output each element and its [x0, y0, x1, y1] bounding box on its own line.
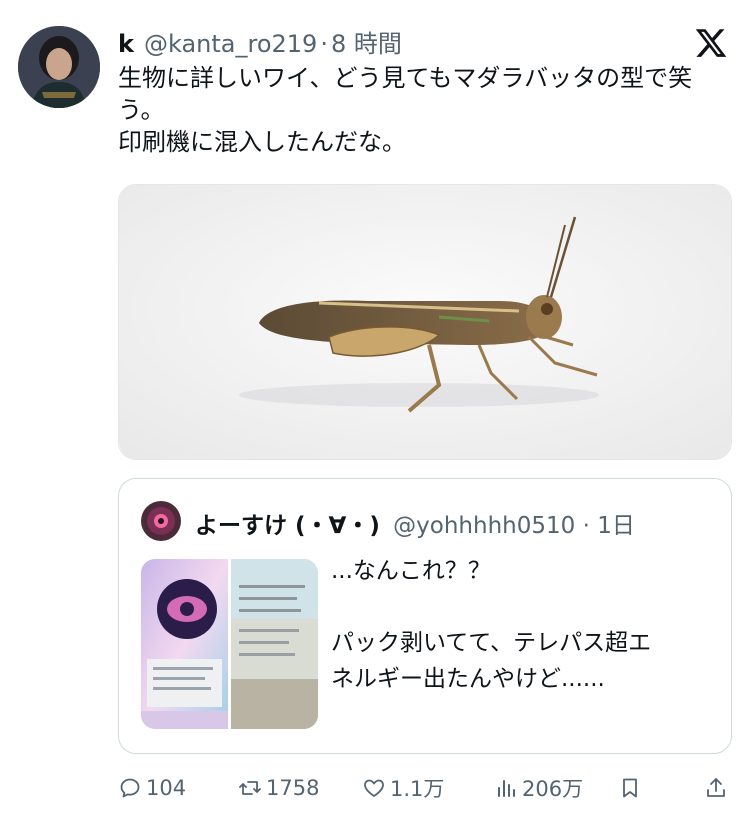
quoted-tweet-text: ...なんこれ？？ パック剥いてて、テレパス超エ ネルギー出たんやけど.....… — [331, 553, 721, 697]
tweet-photo[interactable] — [118, 184, 732, 460]
reply-button[interactable]: 104 — [118, 770, 186, 806]
quoted-photo-card-closeup[interactable] — [231, 559, 318, 729]
bookmark-button[interactable] — [618, 770, 646, 806]
quoted-text-line: パック剥いてて、テレパス超エ — [331, 630, 652, 656]
retweet-icon — [239, 781, 261, 795]
quoted-text-line — [331, 589, 721, 625]
reply-icon — [120, 778, 140, 798]
quoted-author-avatar[interactable] — [141, 501, 181, 541]
separator-dot: · — [582, 513, 590, 539]
like-count: 1.1万 — [390, 777, 445, 801]
views-count: 206万 — [522, 777, 584, 801]
quoted-tweet-header: よーすけ (・∀・) @yohhhhh0510 · 1日 — [195, 506, 635, 540]
separator-dot: · — [320, 30, 328, 58]
share-button[interactable] — [704, 770, 732, 806]
heart-icon — [364, 779, 384, 797]
quoted-tweet-timestamp[interactable]: 1日 — [597, 513, 635, 539]
tweet-text: 生物に詳しいワイ、どう見てもマダラバッタの型で笑う。 印刷機に混入したんだな。 — [118, 62, 728, 158]
quoted-text-line: ...なんこれ？？ — [331, 558, 491, 584]
quoted-author-handle[interactable]: @yohhhhh0510 — [393, 513, 575, 539]
share-icon — [707, 778, 725, 797]
views-button[interactable]: 206万 — [494, 770, 583, 806]
author-handle[interactable]: @kanta_ro219 — [144, 30, 317, 58]
tweet-text-line: 生物に詳しいワイ、どう見てもマダラバッタの型で笑う。 — [118, 64, 693, 124]
tweet-text-line: 印刷機に混入したんだな。 — [118, 128, 406, 156]
tweet-header: k @kanta_ro219 · 8 時間 — [118, 24, 402, 58]
quoted-text-line: ネルギー出たんやけど...... — [331, 666, 605, 692]
author-avatar[interactable] — [18, 26, 100, 108]
quoted-author-name[interactable]: よーすけ (・∀・) — [195, 513, 380, 539]
reply-count: 104 — [146, 776, 187, 800]
action-bar: 104 1758 1.1万 206万 — [118, 770, 732, 806]
bookmark-icon — [623, 778, 637, 798]
views-icon — [498, 780, 515, 797]
quoted-tweet[interactable]: よーすけ (・∀・) @yohhhhh0510 · 1日 ...なんこれ？？ パ… — [118, 478, 732, 754]
like-button[interactable]: 1.1万 — [362, 770, 444, 806]
tweet-timestamp[interactable]: 8 時間 — [331, 24, 402, 59]
retweet-button[interactable]: 1758 — [238, 770, 319, 806]
author-name[interactable]: k — [118, 30, 134, 58]
retweet-count: 1758 — [266, 776, 320, 800]
quoted-photo-card[interactable] — [141, 559, 228, 729]
x-logo-icon[interactable] — [694, 26, 728, 60]
